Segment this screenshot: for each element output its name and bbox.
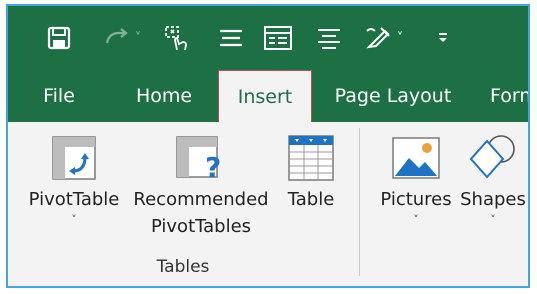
redo-button[interactable]: ˅: [94, 22, 150, 54]
save-button[interactable]: [42, 22, 76, 54]
pivot-table-chevron[interactable]: ˅: [71, 213, 77, 227]
pictures-icon: [391, 130, 441, 186]
tab-insert[interactable]: Insert: [218, 70, 312, 123]
table-label: Table: [287, 189, 335, 210]
svg-text:?: ?: [205, 151, 221, 181]
shapes-button[interactable]: Shapes ˅: [458, 130, 528, 227]
redo-dropdown-chevron[interactable]: ˅: [135, 31, 142, 46]
form-icon: [264, 26, 292, 50]
save-icon: [47, 26, 71, 50]
excel-window-frame: ˅ ˅ File Home Insert Page Layout For Piv…: [6, 4, 530, 288]
tab-home[interactable]: Home: [118, 70, 210, 122]
pictures-label: Pictures: [380, 189, 452, 210]
shapes-chevron[interactable]: ˅: [490, 213, 496, 227]
recommended-pivot-tables-icon: ?: [175, 130, 227, 186]
recommended-pivot-tables-label-line1: Recommended: [133, 189, 269, 210]
pivot-table-button[interactable]: PivotTable ˅: [22, 130, 126, 227]
shapes-label: Shapes: [460, 189, 526, 210]
pivot-table-label: PivotTable: [28, 189, 120, 210]
touch-mode-button[interactable]: [160, 22, 194, 54]
pivot-table-icon: [51, 130, 97, 186]
tab-page-layout[interactable]: Page Layout: [328, 70, 458, 122]
table-button[interactable]: Table: [280, 130, 342, 213]
ribbon-tab-bar: File Home Insert Page Layout Form: [8, 70, 528, 123]
customize-qat-button[interactable]: [430, 22, 456, 54]
ribbon-insert-panel: PivotTable ˅ ? Recommended PivotTables T…: [8, 122, 528, 286]
tab-formulas[interactable]: Form: [490, 70, 528, 122]
table-icon: [287, 130, 335, 186]
shapes-icon: [467, 130, 519, 186]
form-button[interactable]: [260, 22, 296, 54]
customize-qat-icon: [439, 33, 447, 42]
pictures-chevron[interactable]: ˅: [413, 213, 419, 227]
redo-icon: [105, 28, 128, 44]
align-center-icon: [220, 29, 242, 47]
quick-access-toolbar: ˅ ˅: [8, 6, 528, 70]
recommended-pivot-tables-button[interactable]: ? Recommended PivotTables: [126, 130, 276, 240]
tables-group-label: Tables: [156, 257, 210, 277]
align-center-button[interactable]: [214, 22, 248, 54]
align-text-button[interactable]: [312, 22, 346, 54]
recommended-pivot-tables-label-line2: PivotTables: [150, 216, 252, 237]
touch-mode-icon: [165, 26, 187, 51]
align-text-icon: [318, 29, 340, 49]
draw-dropdown-chevron[interactable]: ˅: [397, 31, 404, 46]
draw-button[interactable]: ˅: [356, 22, 412, 54]
tab-file[interactable]: File: [24, 70, 94, 122]
pictures-button[interactable]: Pictures ˅: [372, 130, 460, 227]
draw-icon: [365, 27, 390, 49]
group-separator: [359, 128, 360, 276]
